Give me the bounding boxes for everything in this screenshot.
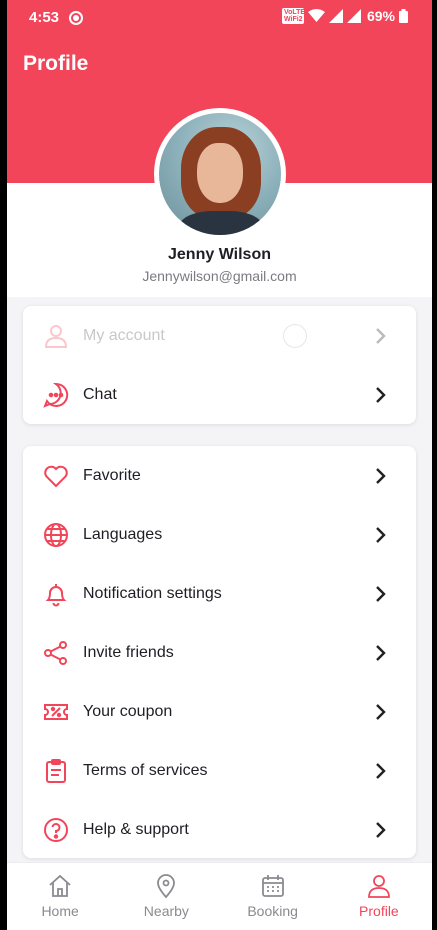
location-pin-icon — [157, 874, 176, 899]
home-icon — [49, 874, 71, 897]
menu-label: My account — [83, 327, 165, 344]
page-title: Profile — [23, 52, 89, 75]
menu-label: Help & support — [83, 821, 189, 838]
user-name: Jenny Wilson — [168, 246, 271, 263]
account-card: My account Chat — [23, 306, 416, 424]
wifi-calling-badge: VoLTE WiFi2 — [281, 8, 306, 24]
calendar-icon — [261, 875, 284, 897]
bell-icon — [45, 584, 67, 607]
tab-profile[interactable]: Profile — [326, 863, 432, 930]
chevron-right-icon — [376, 387, 386, 403]
tab-label: Profile — [359, 903, 399, 919]
menu-label: Languages — [83, 526, 163, 543]
wifi-tag-line2: WiFi2 — [283, 16, 303, 23]
user-email: Jennywilson@gmail.com — [142, 268, 297, 284]
battery-icon — [399, 9, 408, 23]
signal-icon — [328, 9, 343, 23]
record-indicator-icon — [69, 11, 83, 25]
battery-percent: 69% — [366, 8, 395, 24]
chevron-right-icon — [376, 527, 386, 543]
avatar — [159, 113, 281, 235]
menu-item-languages[interactable]: Languages — [23, 505, 416, 564]
menu-item-notification-settings[interactable]: Notification settings — [23, 564, 416, 623]
clipboard-icon — [46, 759, 66, 783]
wifi-icon — [307, 9, 325, 22]
tab-label: Home — [41, 903, 79, 919]
tab-label: Booking — [247, 903, 298, 919]
chevron-right-icon — [376, 704, 386, 720]
chevron-right-icon — [376, 328, 386, 344]
status-bar: 4:53 VoLTE WiFi2 69% — [7, 0, 432, 36]
question-icon — [44, 818, 68, 842]
tab-label: Nearby — [143, 903, 189, 919]
coupon-icon — [44, 704, 68, 720]
tab-booking[interactable]: Booking — [220, 863, 326, 930]
menu-label: Your coupon — [83, 703, 173, 720]
chat-bubble-icon — [43, 382, 69, 408]
bottom-tab-bar: Home Nearby Booking Profile — [7, 862, 432, 930]
chevron-right-icon — [376, 645, 386, 661]
user-icon — [44, 325, 68, 348]
tab-home[interactable]: Home — [7, 863, 113, 930]
menu-item-favorite[interactable]: Favorite — [23, 446, 416, 505]
chevron-right-icon — [376, 763, 386, 779]
menu-label: Favorite — [83, 467, 141, 484]
touch-ripple — [283, 324, 307, 348]
menu-item-terms-of-services[interactable]: Terms of services — [23, 741, 416, 800]
menu-item-my-account[interactable]: My account — [23, 306, 416, 365]
settings-card: Favorite Languages Notification settings… — [23, 446, 416, 858]
share-icon — [44, 641, 67, 665]
status-right: VoLTE WiFi2 69% — [281, 8, 408, 24]
menu-item-chat[interactable]: Chat — [23, 365, 416, 424]
menu-item-invite-friends[interactable]: Invite friends — [23, 623, 416, 682]
globe-icon — [44, 523, 68, 547]
user-icon — [367, 875, 390, 898]
menu-item-your-coupon[interactable]: Your coupon — [23, 682, 416, 741]
profile-screen: 4:53 VoLTE WiFi2 69% Profile Jenny Wilso… — [7, 0, 432, 930]
menu-label: Notification settings — [83, 585, 222, 602]
menu-item-help-support[interactable]: Help & support — [23, 800, 416, 859]
signal-2-icon — [346, 9, 361, 23]
menu-label: Invite friends — [83, 644, 174, 661]
menu-label: Terms of services — [83, 762, 208, 779]
status-time: 4:53 — [29, 9, 60, 26]
chevron-right-icon — [376, 822, 386, 838]
tab-nearby[interactable]: Nearby — [113, 863, 219, 930]
chevron-right-icon — [376, 468, 386, 484]
heart-icon — [44, 465, 68, 488]
wifi-tag-line1: VoLTE — [283, 9, 306, 16]
avatar-frame[interactable] — [154, 108, 286, 240]
chevron-right-icon — [376, 586, 386, 602]
menu-label: Chat — [83, 386, 117, 403]
